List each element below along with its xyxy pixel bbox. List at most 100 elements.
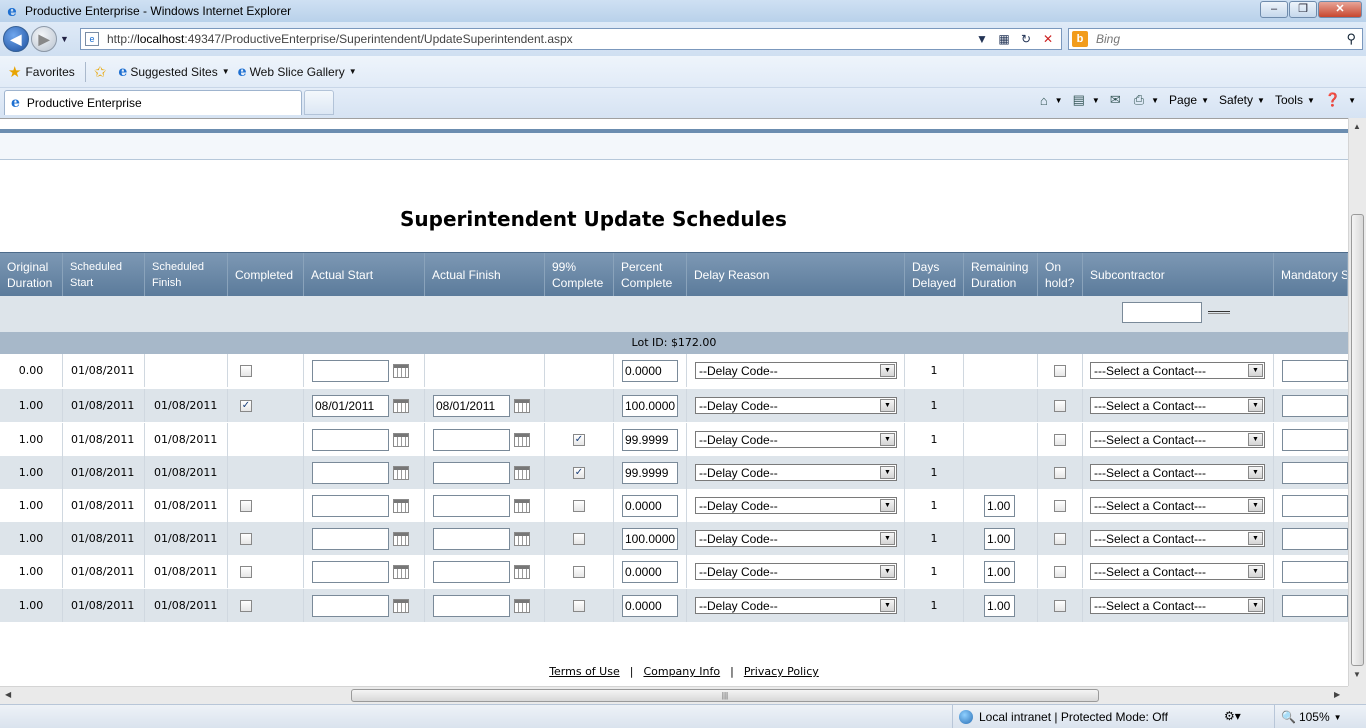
remaining-duration-input[interactable]: 1.00 [984, 560, 1015, 583]
suggested-sites-button[interactable]: e Suggested Sites ▼ [118, 64, 229, 80]
actual-start-input[interactable] [312, 594, 389, 617]
mandatory-input[interactable] [1282, 428, 1348, 451]
completed-checkbox[interactable] [240, 532, 252, 545]
complete-99-checkbox[interactable] [573, 599, 585, 612]
complete-99-checkbox[interactable]: ✓ [573, 466, 585, 479]
on-hold-checkbox[interactable] [1054, 364, 1066, 377]
address-dropdown-icon[interactable]: ▼ [971, 30, 993, 48]
subcontractor-select[interactable]: ---Select a Contact--- ▼ [1090, 597, 1265, 614]
calendar-icon[interactable] [514, 598, 530, 613]
col-original-duration[interactable]: Original Duration [0, 253, 63, 297]
restore-button[interactable]: ❐ [1289, 1, 1317, 18]
search-box[interactable]: b Bing ⚲ [1068, 28, 1363, 50]
col-mandatory[interactable]: Mandatory S [1274, 253, 1348, 297]
percent-complete-input[interactable]: 99.9999 [622, 461, 678, 484]
col-99-complete[interactable]: 99% Complete [545, 253, 614, 297]
subcontractor-select[interactable]: ---Select a Contact--- ▼ [1090, 362, 1265, 379]
search-input[interactable]: Bing [1096, 32, 1120, 46]
vertical-scroll-thumb[interactable] [1351, 214, 1364, 666]
close-button[interactable]: ✕ [1318, 1, 1362, 18]
address-url[interactable]: http://localhost:49347/ProductiveEnterpr… [107, 32, 573, 46]
horizontal-scroll-thumb[interactable]: ||| [351, 689, 1099, 702]
calendar-icon[interactable] [393, 531, 409, 546]
col-scheduled-start[interactable]: Scheduled Start [63, 253, 145, 297]
remaining-duration-input[interactable]: 1.00 [984, 527, 1015, 550]
mandatory-input[interactable] [1282, 560, 1348, 583]
zoom-control[interactable]: 🔍 105% ▼ [1274, 705, 1342, 728]
tab-productive-enterprise[interactable]: e Productive Enterprise [4, 90, 302, 115]
completed-checkbox[interactable] [240, 499, 252, 512]
percent-complete-input[interactable]: 100.0000 [622, 527, 678, 550]
percent-complete-input[interactable]: 0.0000 [622, 359, 678, 382]
col-completed[interactable]: Completed [228, 253, 304, 297]
filter-button[interactable] [1208, 311, 1230, 314]
delay-code-select[interactable]: --Delay Code-- ▼ [695, 362, 897, 379]
subcontractor-select[interactable]: ---Select a Contact--- ▼ [1090, 563, 1265, 580]
subcontractor-filter-input[interactable] [1122, 302, 1202, 323]
completed-checkbox[interactable] [240, 565, 252, 578]
calendar-icon[interactable] [393, 398, 409, 413]
forward-button[interactable]: ▶ [31, 26, 57, 52]
stop-icon[interactable]: ✕ [1037, 30, 1059, 48]
mandatory-input[interactable] [1282, 527, 1348, 550]
col-subcontractor[interactable]: Subcontractor [1083, 253, 1274, 297]
page-menu[interactable]: Page ▼ [1169, 93, 1209, 107]
delay-code-select[interactable]: --Delay Code-- ▼ [695, 563, 897, 580]
calendar-icon[interactable] [393, 498, 409, 513]
on-hold-checkbox[interactable] [1054, 565, 1066, 578]
complete-99-checkbox[interactable] [573, 565, 585, 578]
subcontractor-select[interactable]: ---Select a Contact--- ▼ [1090, 497, 1265, 514]
delay-code-select[interactable]: --Delay Code-- ▼ [695, 397, 897, 414]
on-hold-checkbox[interactable] [1054, 499, 1066, 512]
mandatory-input[interactable] [1282, 359, 1348, 382]
actual-finish-input[interactable] [433, 461, 510, 484]
mandatory-input[interactable] [1282, 494, 1348, 517]
new-tab-button[interactable] [304, 90, 334, 115]
actual-start-input[interactable] [312, 428, 389, 451]
calendar-icon[interactable] [393, 432, 409, 447]
percent-complete-input[interactable]: 0.0000 [622, 560, 678, 583]
calendar-icon[interactable] [514, 465, 530, 480]
calendar-icon[interactable] [514, 531, 530, 546]
completed-checkbox[interactable] [240, 364, 252, 377]
search-icon[interactable]: ⚲ [1346, 31, 1356, 47]
actual-start-input[interactable] [312, 461, 389, 484]
add-favorite-button[interactable]: ✩ [94, 63, 111, 81]
remaining-duration-input[interactable]: 1.00 [984, 594, 1015, 617]
col-actual-finish[interactable]: Actual Finish [425, 253, 545, 297]
calendar-icon[interactable] [514, 498, 530, 513]
col-percent-complete[interactable]: Percent Complete [614, 253, 687, 297]
refresh-icon[interactable]: ↻ [1015, 30, 1037, 48]
subcontractor-select[interactable]: ---Select a Contact--- ▼ [1090, 431, 1265, 448]
subcontractor-select[interactable]: ---Select a Contact--- ▼ [1090, 530, 1265, 547]
vertical-scrollbar[interactable]: ▲ ▼ [1348, 118, 1366, 686]
calendar-icon[interactable] [514, 398, 530, 413]
calendar-icon[interactable] [514, 564, 530, 579]
calendar-icon[interactable] [393, 465, 409, 480]
security-zone[interactable]: Local intranet | Protected Mode: Off [952, 705, 1168, 728]
percent-complete-input[interactable]: 100.0000 [622, 394, 678, 417]
help-button[interactable]: ❓ ▼ [1325, 92, 1356, 108]
subcontractor-select[interactable]: ---Select a Contact--- ▼ [1090, 464, 1265, 481]
col-on-hold[interactable]: On hold? [1038, 253, 1083, 297]
safety-menu[interactable]: Safety ▼ [1219, 93, 1265, 107]
col-scheduled-finish[interactable]: Scheduled Finish [145, 253, 228, 297]
delay-code-select[interactable]: --Delay Code-- ▼ [695, 530, 897, 547]
scroll-right-icon[interactable]: ▶ [1334, 690, 1340, 699]
complete-99-checkbox[interactable] [573, 499, 585, 512]
compatibility-view-icon[interactable]: ▦ [993, 30, 1015, 48]
history-dropdown-icon[interactable]: ▼ [60, 34, 69, 44]
delay-code-select[interactable]: --Delay Code-- ▼ [695, 431, 897, 448]
mandatory-input[interactable] [1282, 394, 1348, 417]
mail-button[interactable]: ✉ [1110, 92, 1124, 108]
calendar-icon[interactable] [393, 598, 409, 613]
privacy-policy-link[interactable]: Privacy Policy [744, 665, 819, 678]
remaining-duration-input[interactable]: 1.00 [984, 494, 1015, 517]
minimize-button[interactable]: ‒ [1260, 1, 1288, 18]
home-button[interactable]: ⌂ ▼ [1040, 93, 1063, 108]
complete-99-checkbox[interactable] [573, 532, 585, 545]
mandatory-input[interactable] [1282, 594, 1348, 617]
delay-code-select[interactable]: --Delay Code-- ▼ [695, 597, 897, 614]
horizontal-scrollbar[interactable]: ◀ ||| ▶ [0, 686, 1348, 704]
actual-start-input[interactable] [312, 359, 389, 382]
